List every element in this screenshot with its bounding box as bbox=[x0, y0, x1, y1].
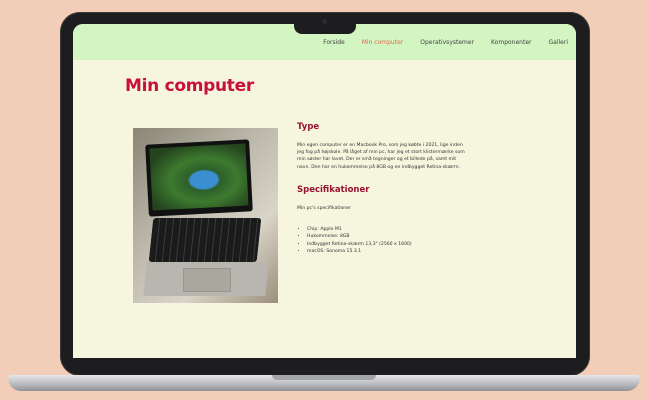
section-heading-type: Type bbox=[297, 122, 320, 132]
main-content: Type Min egen computer er en Macbook Pro… bbox=[297, 122, 465, 256]
laptop-base-notch bbox=[272, 375, 376, 380]
nav-item-forside[interactable]: Forside bbox=[323, 39, 345, 46]
macbook-photo bbox=[133, 128, 278, 303]
nav-item-min-computer[interactable]: Min computer bbox=[362, 39, 404, 46]
spec-item: macOS: Sonoma 15.3.1 bbox=[307, 248, 465, 255]
spec-item: Chip: Apple M1 bbox=[307, 226, 465, 233]
photo-keyboard bbox=[148, 218, 262, 262]
laptop-notch bbox=[294, 14, 356, 34]
photo-trackpad bbox=[183, 268, 231, 292]
type-paragraph: Min egen computer er en Macbook Pro, som… bbox=[297, 143, 465, 170]
nav-item-operativsystemer[interactable]: Operativsystemer bbox=[420, 39, 474, 46]
camera-icon bbox=[322, 19, 327, 24]
nav-item-komponenter[interactable]: Komponenter bbox=[491, 39, 531, 46]
specs-intro: Min pc's specifikationer bbox=[297, 205, 351, 211]
page-title: Min computer bbox=[125, 76, 254, 96]
nav-item-galleri[interactable]: Galleri bbox=[549, 39, 569, 46]
photo-wallpaper bbox=[149, 143, 249, 211]
photo-laptop-lid bbox=[145, 139, 253, 217]
browser-screen: Forside Min computer Operativsystemer Ko… bbox=[73, 24, 576, 358]
spec-item: Hukommelse: 8GB bbox=[307, 233, 465, 240]
specs-list: Chip: Apple M1 Hukommelse: 8GB Indbygget… bbox=[297, 226, 465, 256]
section-heading-specs: Specifikationer bbox=[297, 184, 370, 195]
spec-item: Indbygget Retina-skærm 13,3" (2560 x 160… bbox=[307, 241, 465, 248]
